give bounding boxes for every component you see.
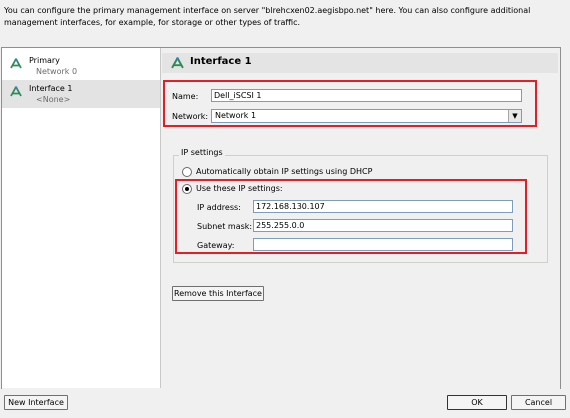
subnet-mask-label: Subnet mask: [197, 222, 253, 231]
sidebar-item-title: Interface 1 [29, 84, 73, 93]
gateway-field[interactable] [253, 238, 513, 251]
static-ip-label[interactable]: Use these IP settings: [196, 184, 283, 193]
ip-address-label: IP address: [197, 203, 241, 212]
sidebar-item-subtitle: <None> [36, 95, 71, 104]
chevron-down-icon[interactable]: ▼ [508, 110, 521, 122]
ip-settings-legend: IP settings [179, 148, 225, 157]
name-field[interactable]: Dell_iSCSI 1 [211, 89, 522, 102]
panel-header: Interface 1 [162, 53, 558, 73]
dhcp-label[interactable]: Automatically obtain IP settings using D… [196, 167, 372, 176]
description-text: You can configure the primary management… [4, 6, 531, 27]
dhcp-radio[interactable] [182, 167, 192, 177]
network-label: Network: [172, 112, 209, 121]
sidebar-item-primary[interactable]: Primary Network 0 [2, 52, 160, 80]
network-interface-icon [171, 57, 184, 69]
remove-interface-button[interactable]: Remove this Interface [172, 286, 264, 301]
network-interface-icon [10, 58, 22, 69]
ip-address-field[interactable]: 172.168.130.107 [253, 200, 513, 213]
sidebar-item-title: Primary [29, 56, 60, 65]
sidebar-item-interface-1[interactable]: Interface 1 <None> [2, 80, 160, 108]
radio-selected-dot [185, 187, 189, 191]
network-interface-icon [10, 86, 22, 97]
network-select[interactable]: Network 1 ▼ [211, 109, 522, 123]
panel-title: Interface 1 [190, 56, 252, 67]
new-interface-button[interactable]: New Interface [4, 395, 68, 410]
network-select-value: Network 1 [215, 111, 257, 120]
ok-button[interactable]: OK [447, 395, 507, 410]
interface-list: Primary Network 0 Interface 1 <None> [2, 48, 161, 388]
gateway-label: Gateway: [197, 241, 235, 250]
name-label: Name: [172, 92, 199, 101]
static-ip-radio[interactable] [182, 184, 192, 194]
cancel-button[interactable]: Cancel [511, 395, 566, 410]
subnet-mask-field[interactable]: 255.255.0.0 [253, 219, 513, 232]
sidebar-item-subtitle: Network 0 [36, 67, 78, 76]
